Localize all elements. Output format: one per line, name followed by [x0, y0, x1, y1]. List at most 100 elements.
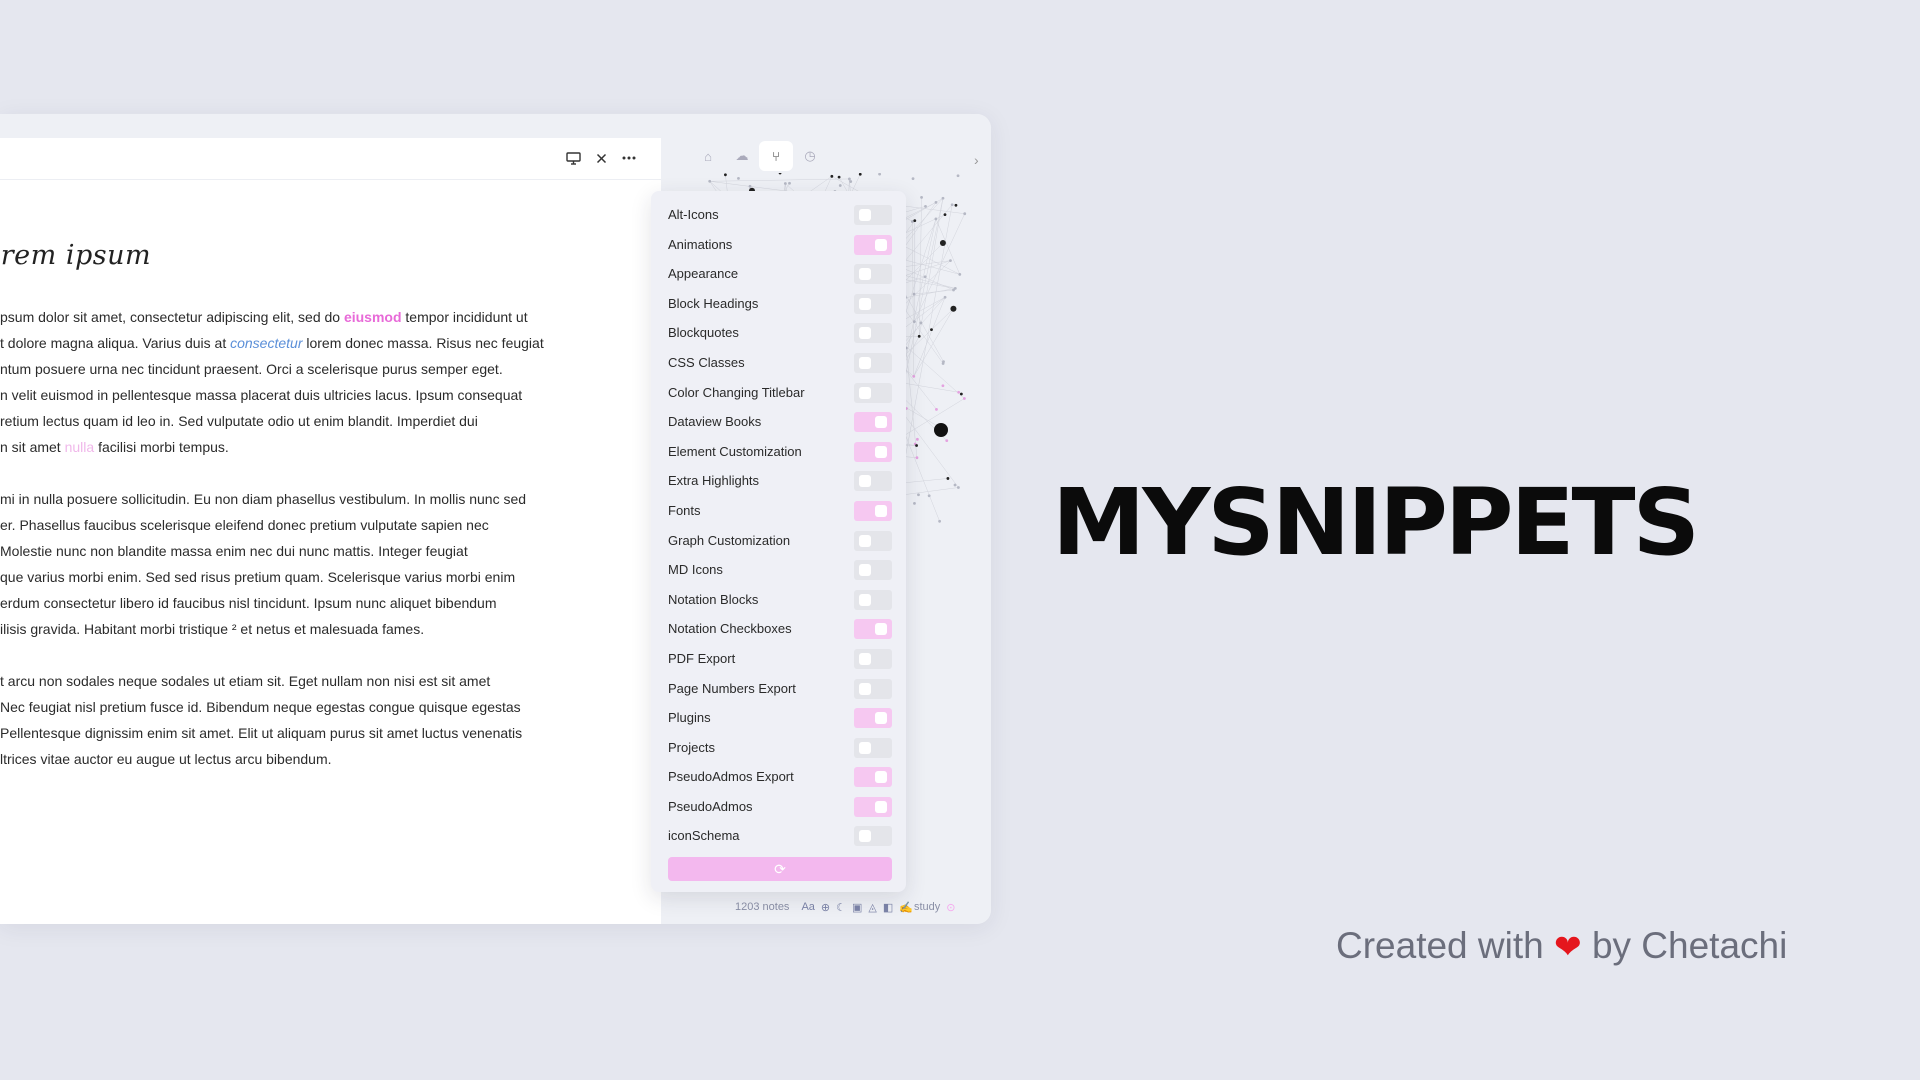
graph-node[interactable] — [917, 493, 920, 497]
graph-node[interactable] — [956, 174, 960, 178]
graph-node[interactable] — [923, 275, 927, 279]
lock-icon[interactable]: ▣ — [852, 901, 862, 914]
graph-node[interactable] — [941, 384, 945, 388]
snippet-toggle[interactable] — [854, 323, 892, 344]
graph-node[interactable] — [788, 181, 791, 185]
snippet-toggle[interactable] — [854, 560, 892, 581]
graph-node[interactable] — [957, 390, 961, 394]
sync-icon[interactable]: ⊙ — [946, 901, 955, 914]
add-circle-icon[interactable]: ⊕ — [821, 901, 830, 914]
graph-node[interactable] — [946, 477, 950, 480]
graph-node[interactable] — [945, 439, 949, 443]
graph-node[interactable] — [778, 173, 782, 175]
editor-body[interactable]: orem ipsum psum dolor sit amet, consecte… — [0, 180, 661, 924]
graph-icon[interactable]: ⑂ — [759, 141, 793, 171]
graph-node[interactable] — [935, 407, 938, 411]
snippet-toggle[interactable] — [854, 708, 892, 729]
graph-node[interactable] — [924, 204, 927, 208]
robot-icon[interactable]: ⌂ — [691, 141, 725, 171]
monitor-icon[interactable] — [563, 148, 583, 168]
graph-node[interactable] — [920, 195, 923, 199]
snippet-toggle[interactable] — [854, 293, 892, 314]
graph-node[interactable] — [949, 259, 952, 263]
graph-node[interactable] — [837, 175, 841, 179]
snippet-toggle[interactable] — [854, 441, 892, 462]
graph-node[interactable] — [927, 494, 931, 498]
graph-node[interactable] — [849, 180, 853, 183]
snippet-toggle[interactable] — [854, 737, 892, 758]
graph-node[interactable] — [962, 397, 966, 400]
graph-node[interactable] — [912, 374, 916, 378]
snippet-toggle[interactable] — [854, 264, 892, 285]
graph-node[interactable] — [838, 184, 842, 187]
snippet-toggle[interactable] — [854, 530, 892, 551]
graph-node[interactable] — [910, 220, 914, 223]
graph-node[interactable] — [912, 320, 916, 324]
more-icon[interactable] — [619, 148, 639, 168]
snippet-toggle[interactable] — [854, 500, 892, 521]
highlighted-text[interactable]: nulla — [65, 439, 95, 455]
layout-icon[interactable]: ◧ — [883, 901, 893, 914]
snippet-toggle[interactable] — [854, 619, 892, 640]
graph-node[interactable] — [724, 173, 727, 177]
graph-node[interactable] — [830, 174, 834, 178]
graph-node[interactable] — [943, 213, 947, 217]
highlighted-text[interactable]: consectetur — [230, 335, 302, 351]
graph-node[interactable] — [748, 184, 752, 188]
graph-node[interactable] — [848, 177, 851, 181]
snippet-toggle[interactable] — [854, 767, 892, 788]
graph-node[interactable] — [913, 501, 916, 505]
bell-icon[interactable]: ◬ — [868, 901, 876, 914]
graph-node[interactable] — [954, 203, 958, 207]
reload-snippets-button[interactable]: ⟳ — [668, 857, 892, 881]
graph-node[interactable] — [737, 177, 740, 180]
snippet-toggle[interactable] — [854, 826, 892, 847]
graph-node[interactable] — [916, 437, 919, 441]
graph-node[interactable] — [941, 362, 945, 365]
graph-node[interactable] — [958, 272, 962, 276]
graph-node[interactable] — [858, 173, 862, 176]
graph-node[interactable] — [783, 182, 787, 185]
graph-node[interactable] — [878, 173, 882, 176]
snippet-toggle[interactable] — [854, 205, 892, 225]
graph-node[interactable] — [950, 203, 954, 207]
graph-node[interactable] — [708, 179, 712, 183]
clock-icon[interactable]: ◷ — [793, 141, 827, 171]
snippet-toggle[interactable] — [854, 589, 892, 610]
graph-node[interactable] — [953, 483, 957, 487]
moon-icon[interactable]: ☾ — [836, 901, 846, 914]
graph-node[interactable] — [959, 392, 963, 396]
graph-node[interactable] — [913, 219, 917, 223]
snippet-toggle[interactable] — [854, 796, 892, 817]
vault-name[interactable]: study — [914, 901, 940, 913]
graph-node[interactable] — [919, 321, 923, 325]
graph-node[interactable] — [950, 305, 957, 312]
graph-node[interactable] — [912, 292, 916, 296]
graph-node[interactable] — [941, 196, 945, 200]
highlighted-text[interactable]: eiusmod — [344, 309, 402, 325]
graph-node[interactable] — [915, 456, 919, 460]
graph-node[interactable] — [943, 295, 947, 299]
snippet-toggle[interactable] — [854, 678, 892, 699]
close-icon[interactable] — [591, 148, 611, 168]
graph-node[interactable] — [963, 212, 967, 216]
graph-node[interactable] — [930, 328, 933, 332]
graph-node[interactable] — [934, 423, 948, 437]
graph-node[interactable] — [934, 217, 938, 221]
cloud-icon[interactable]: ☁ — [725, 141, 759, 171]
snippet-toggle[interactable] — [854, 648, 892, 669]
graph-node[interactable] — [957, 486, 960, 489]
snippet-toggle[interactable] — [854, 352, 892, 373]
snippet-toggle[interactable] — [854, 382, 892, 403]
graph-node[interactable] — [939, 240, 946, 247]
graph-node[interactable] — [915, 444, 918, 447]
chevron-right-icon[interactable]: › — [974, 152, 979, 168]
graph-node[interactable] — [938, 519, 942, 523]
graph-node[interactable] — [911, 177, 915, 181]
graph-node[interactable] — [917, 334, 921, 338]
snippet-toggle[interactable] — [854, 412, 892, 433]
graph-node[interactable] — [934, 201, 938, 204]
font-icon[interactable]: Aa — [801, 901, 814, 913]
snippet-toggle[interactable] — [854, 234, 892, 255]
snippet-toggle[interactable] — [854, 471, 892, 492]
